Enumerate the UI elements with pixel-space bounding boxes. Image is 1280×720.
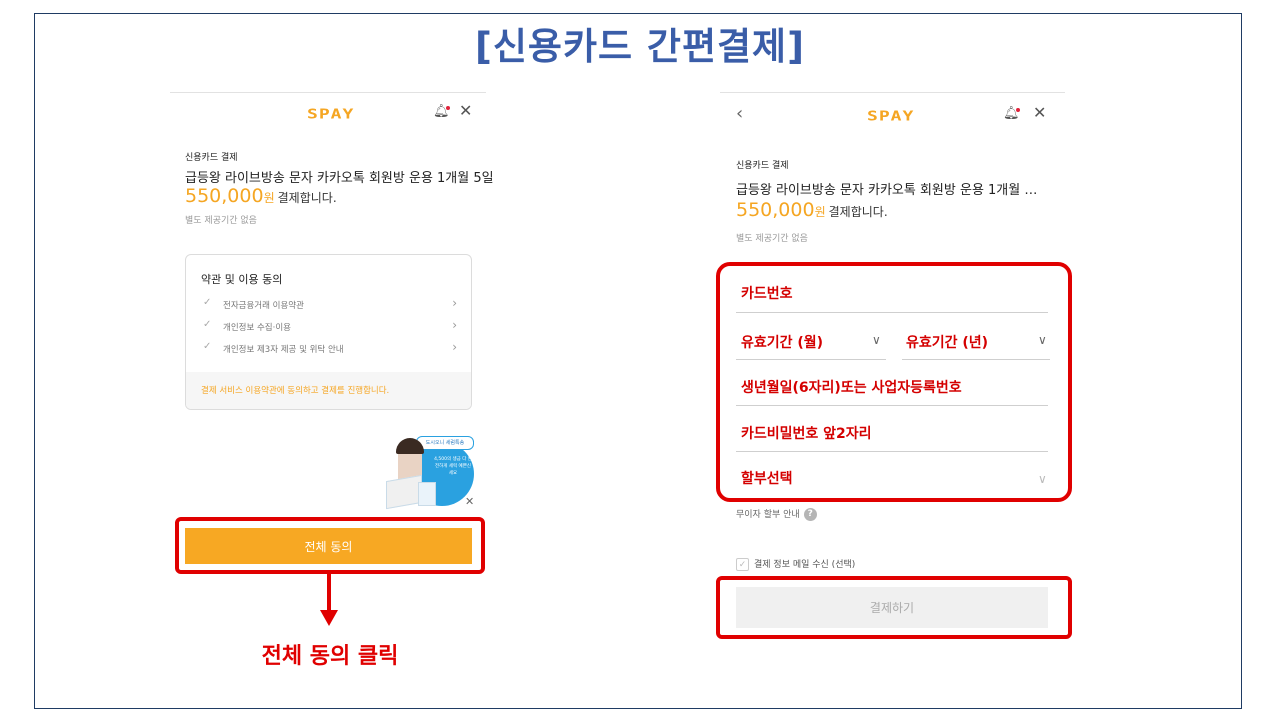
payment-amount: 550,000원 결제합니다. xyxy=(736,199,888,221)
mail-opt-in[interactable]: ✓ 결제 정보 메일 수신 (선택) xyxy=(736,557,855,571)
arrow-down-icon xyxy=(320,610,338,626)
ad-text: 4,500의 생금 다 완전하게 세럭 예쁜신세요 xyxy=(434,457,472,476)
back-chevron-icon[interactable]: ‹ xyxy=(736,105,743,123)
highlight-card-form xyxy=(716,262,1072,502)
left-header-divider xyxy=(170,92,486,93)
agreement-item-label: 전자금융거래 이용약관 xyxy=(223,301,304,311)
section-label: 신용카드 결제 xyxy=(736,161,789,171)
agreement-item[interactable]: ✓ 개인정보 제3자 제공 및 위탁 안내 › xyxy=(201,340,457,356)
instruction-caption: 전체 동의 클릭 xyxy=(261,644,399,669)
notification-dot xyxy=(1016,108,1020,112)
amount-unit: 원 xyxy=(814,205,826,219)
close-icon[interactable]: ✕ xyxy=(459,103,472,119)
period-note: 별도 제공기간 없음 xyxy=(185,216,257,226)
checkbox-icon[interactable]: ✓ xyxy=(736,558,749,571)
agreement-item-label: 개인정보 제3자 제공 및 위탁 안내 xyxy=(223,345,344,355)
product-title: 급등왕 라이브방송 문자 카카오톡 회원방 운용 1개월 … xyxy=(736,183,1038,198)
spay-logo: SPAY xyxy=(307,106,355,123)
section-label: 신용카드 결제 xyxy=(185,153,238,163)
amount-value: 550,000 xyxy=(736,199,815,221)
check-icon: ✓ xyxy=(203,319,212,330)
ad-tag: 도시오니 세럼특송 xyxy=(416,436,474,450)
help-icon[interactable]: ? xyxy=(803,508,817,521)
highlight-agree-all xyxy=(175,517,485,574)
agreement-title: 약관 및 이용 동의 xyxy=(201,273,283,286)
ad-banner[interactable]: 도시오니 세럼특송 4,500의 생금 다 완전하게 세럭 예쁜신세요 xyxy=(384,432,476,510)
arrow-shaft xyxy=(327,573,331,613)
check-icon: ✓ xyxy=(203,341,212,352)
chevron-right-icon: › xyxy=(452,296,457,310)
mail-opt-in-label: 결제 정보 메일 수신 (선택) xyxy=(754,560,856,570)
agreement-footer: 결제 서비스 이용약관에 동의하고 결제를 진행합니다. xyxy=(186,372,471,409)
agreement-card: 약관 및 이용 동의 ✓ 전자금융거래 이용약관 › ✓ 개인정보 수집·이용 … xyxy=(185,254,472,410)
interest-free-info-label: 무이자 할부 안내 xyxy=(736,510,800,520)
chevron-right-icon: › xyxy=(452,318,457,332)
amount-suffix: 결제합니다. xyxy=(828,205,888,219)
payment-amount: 550,000원 결제합니다. xyxy=(185,185,337,207)
right-header-divider xyxy=(720,92,1065,93)
agreement-footer-text: 결제 서비스 이용약관에 동의하고 결제를 진행합니다. xyxy=(201,386,390,396)
slide-title: [신용카드 간편결제] xyxy=(474,25,806,68)
period-note: 별도 제공기간 없음 xyxy=(736,234,808,244)
ad-product-box xyxy=(418,482,436,506)
ad-product-box xyxy=(386,474,422,510)
spay-logo: SPAY xyxy=(867,108,915,125)
highlight-pay-button xyxy=(716,576,1072,639)
amount-unit: 원 xyxy=(263,191,275,205)
close-icon[interactable]: ✕ xyxy=(1033,105,1046,121)
product-title: 급등왕 라이브방송 문자 카카오톡 회원방 운용 1개월 5일 xyxy=(185,171,494,186)
check-icon: ✓ xyxy=(203,297,212,308)
ad-close-icon[interactable]: ✕ xyxy=(465,495,474,508)
notification-dot xyxy=(446,106,450,110)
agreement-item[interactable]: ✓ 전자금융거래 이용약관 › xyxy=(201,296,457,312)
amount-value: 550,000 xyxy=(185,185,264,207)
interest-free-info[interactable]: 무이자 할부 안내? xyxy=(736,507,817,521)
chevron-right-icon: › xyxy=(452,340,457,354)
agreement-item[interactable]: ✓ 개인정보 수집·이용 › xyxy=(201,318,457,334)
amount-suffix: 결제합니다. xyxy=(277,191,337,205)
agreement-item-label: 개인정보 수집·이용 xyxy=(223,323,291,333)
